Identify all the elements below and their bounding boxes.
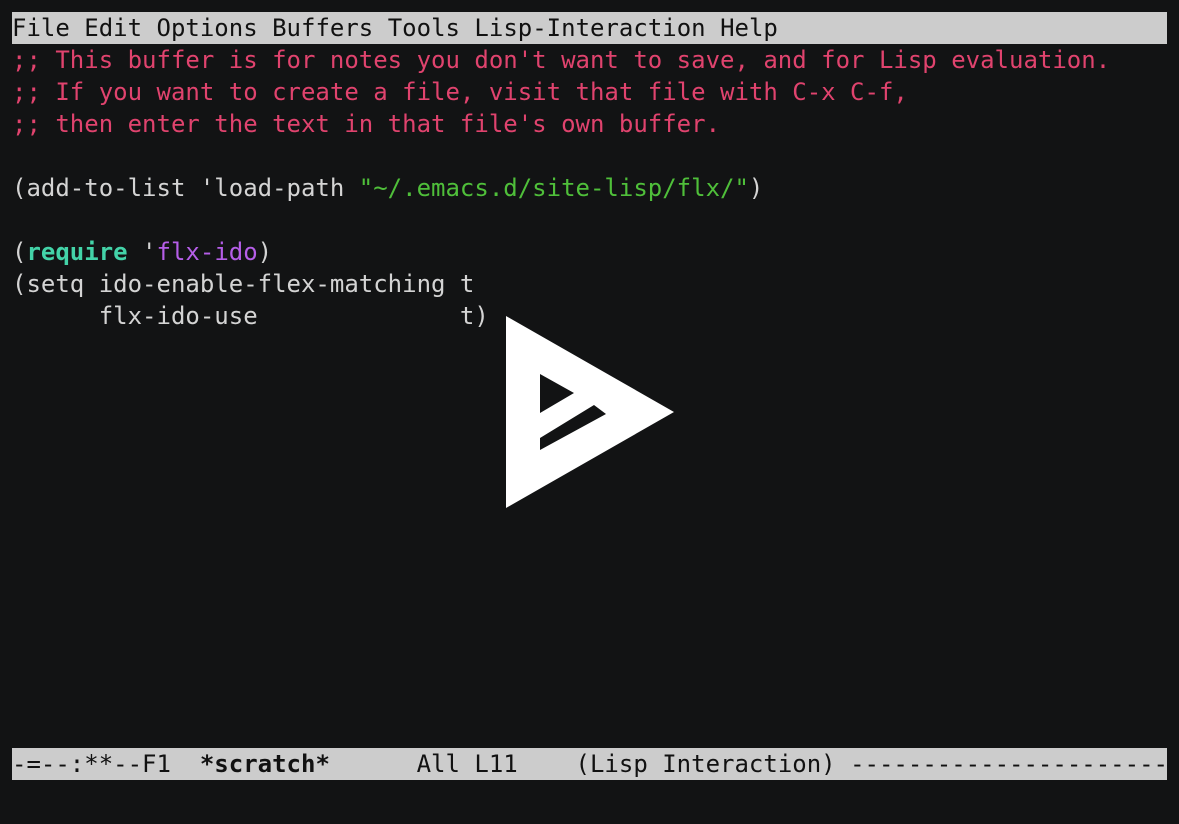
mode-line-position: All L11 xyxy=(329,750,576,778)
code-text: (add-to-list 'load-path xyxy=(12,174,359,202)
code-keyword: require xyxy=(26,238,128,266)
code-constant: flx-ido xyxy=(156,238,258,266)
asciinema-play-icon[interactable] xyxy=(506,316,674,508)
menu-file[interactable]: File xyxy=(12,14,70,42)
play-icon-shape xyxy=(506,316,674,508)
menu-help[interactable]: Help xyxy=(720,14,778,42)
menu-options[interactable]: Options xyxy=(157,14,258,42)
buffer-comment-line-3: ;; then enter the text in that file's ow… xyxy=(12,110,721,138)
code-string: "~/.emacs.d/site-lisp/flx/" xyxy=(358,174,749,202)
buffer-code-line-require: (require 'flx-ido) xyxy=(12,236,272,268)
mode-line-fill: ---------------------- xyxy=(850,750,1167,778)
code-text: ( xyxy=(12,238,27,266)
menu-edit[interactable]: Edit xyxy=(84,14,142,42)
menu-bar: File Edit Options Buffers Tools Lisp-Int… xyxy=(12,12,1167,44)
buffer-code-line-add-to-list: (add-to-list 'load-path "~/.emacs.d/site… xyxy=(12,172,763,204)
mode-line-buffer-name[interactable]: *scratch* xyxy=(200,750,330,778)
buffer-code-line-setq: (setq ido-enable-flex-matching t xyxy=(12,270,475,298)
menu-lisp-interaction[interactable]: Lisp-Interaction xyxy=(474,14,705,42)
menu-buffers[interactable]: Buffers xyxy=(272,14,373,42)
code-text: ) xyxy=(257,238,273,266)
mode-line: -=--:**--F1 *scratch* All L11 (Lisp Inte… xyxy=(12,748,1167,780)
code-text: ' xyxy=(127,238,157,266)
buffer-code-line-flx-ido-use: flx-ido-use t) xyxy=(12,302,489,330)
mode-line-major-mode[interactable]: (Lisp Interaction) xyxy=(576,750,851,778)
emacs-terminal: File Edit Options Buffers Tools Lisp-Int… xyxy=(0,0,1179,824)
menu-tools[interactable]: Tools xyxy=(388,14,460,42)
mode-line-status: -=--:**--F1 xyxy=(12,750,200,778)
buffer-comment-line-1: ;; This buffer is for notes you don't wa… xyxy=(12,46,1111,74)
code-text: ) xyxy=(748,174,764,202)
buffer-comment-line-2: ;; If you want to create a file, visit t… xyxy=(12,78,908,106)
